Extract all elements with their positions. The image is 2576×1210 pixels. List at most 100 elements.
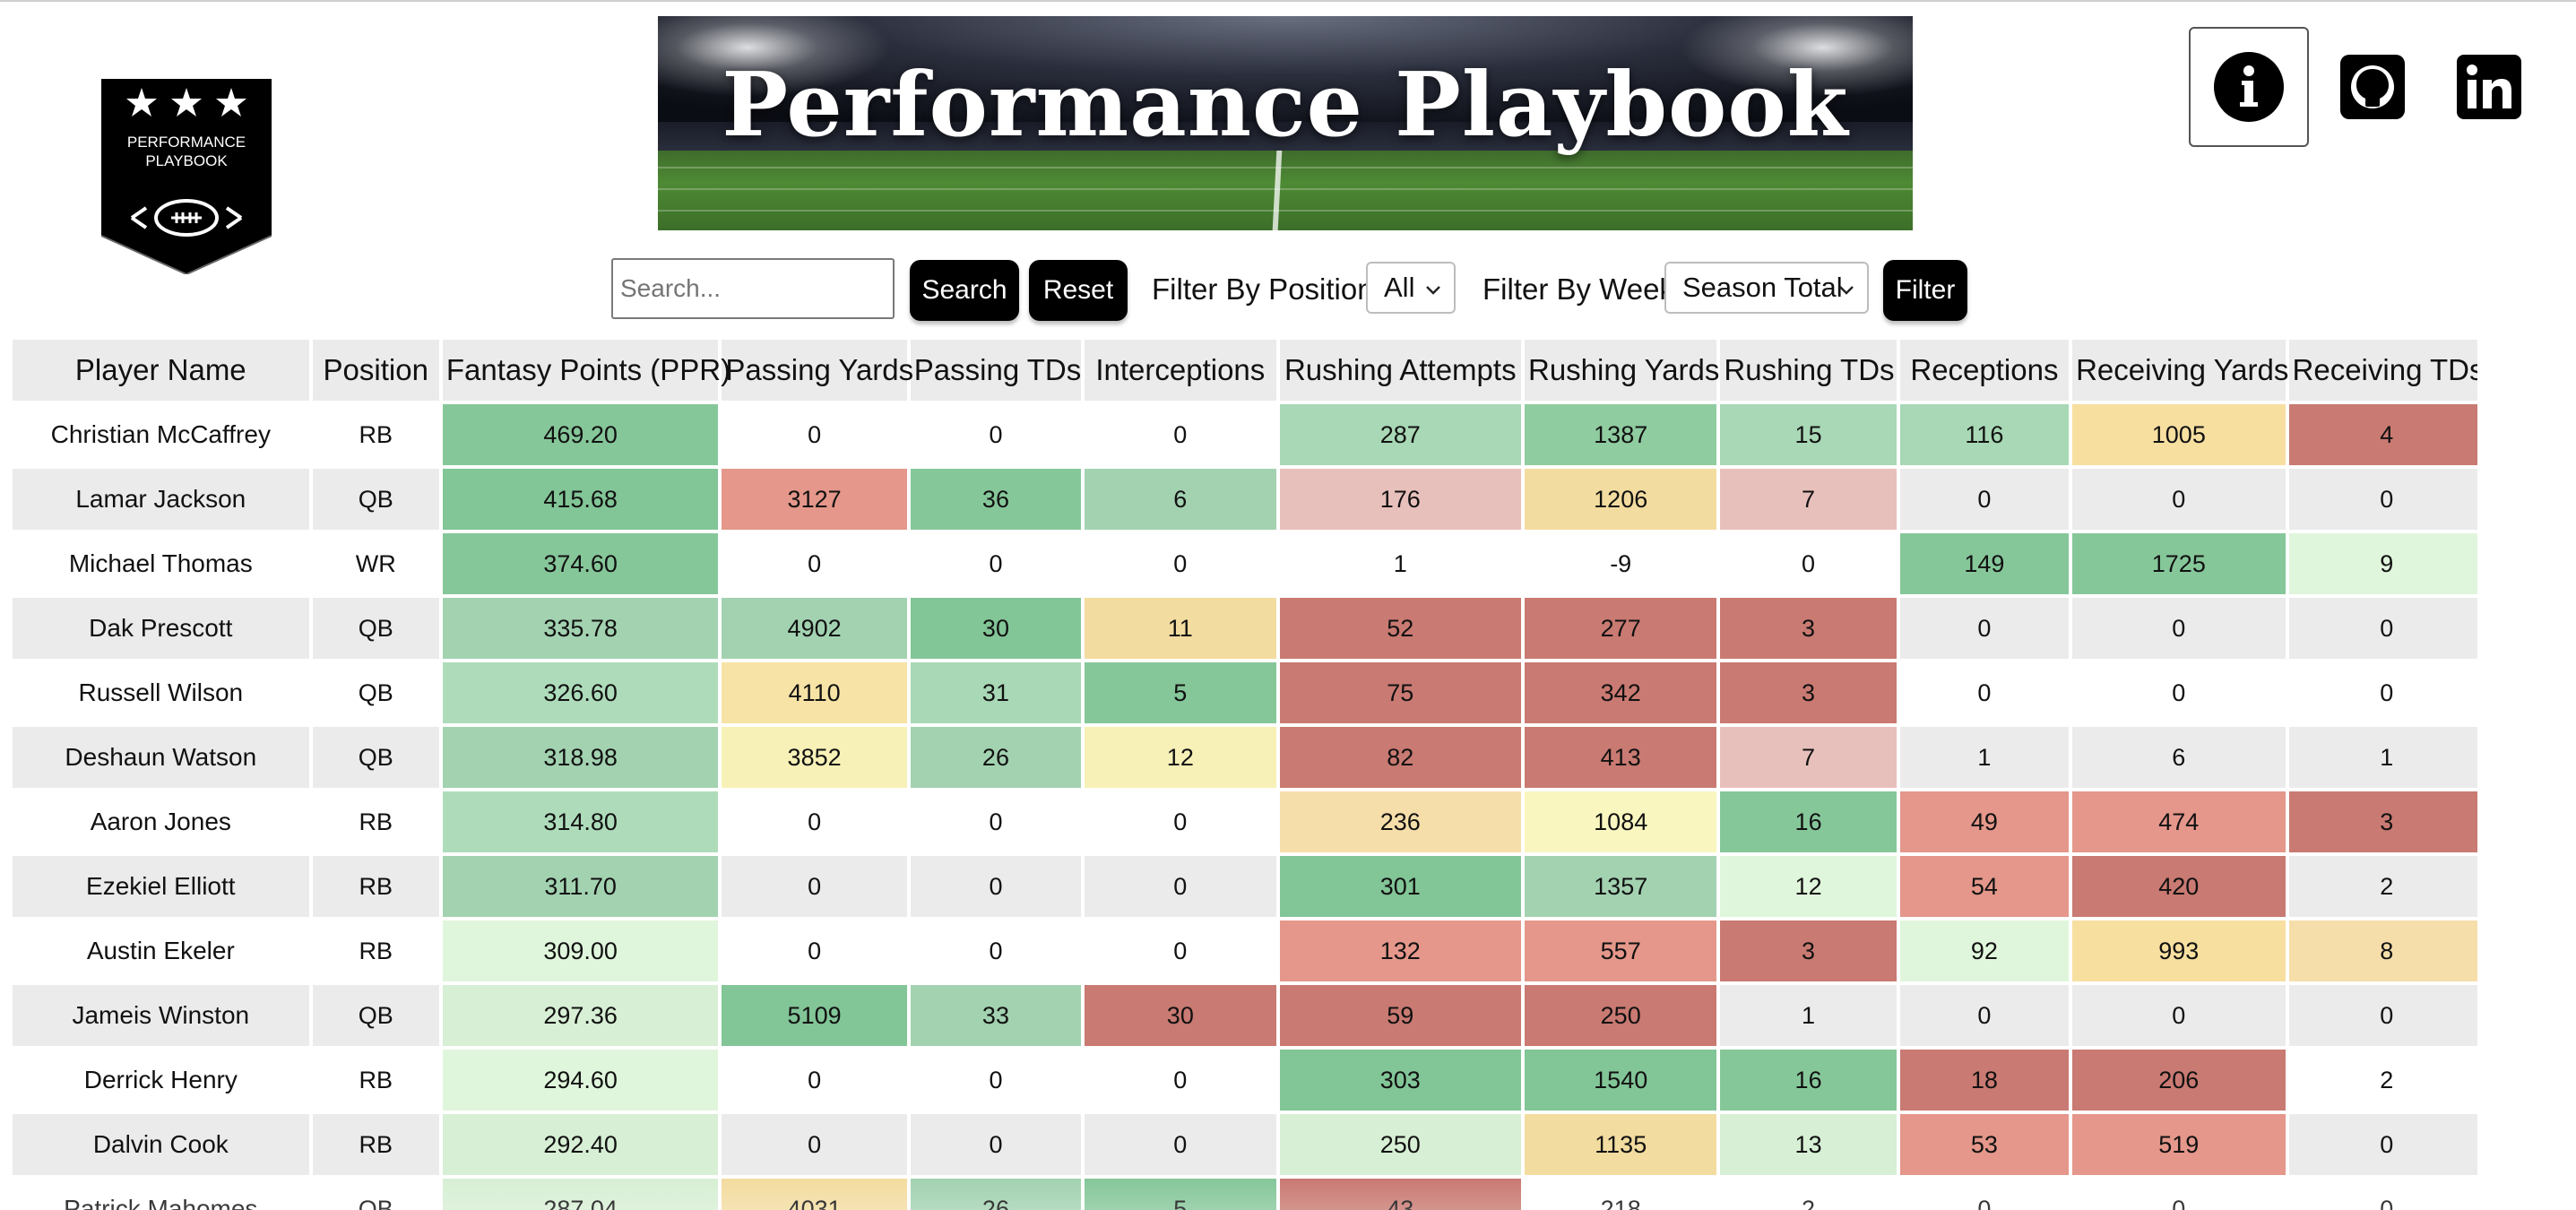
position-cell: WR [312, 533, 439, 594]
stat-cell: 420 [2072, 856, 2286, 917]
stat-cell: 36 [910, 469, 1082, 530]
stat-cell: 0 [2072, 662, 2286, 723]
week-filter-select[interactable]: Season Total [1664, 262, 1869, 314]
stat-cell: 52 [1279, 598, 1521, 659]
stat-cell: 0 [2288, 985, 2477, 1046]
table-row[interactable]: Dalvin Cook RB 292.40 0 0 0 250 1135 13 53 519 0 [13, 1114, 2477, 1175]
stat-cell: 0 [1899, 469, 2070, 530]
logo-text-line1: PERFORMANCE [127, 134, 246, 151]
position-cell: RB [312, 920, 439, 981]
info-button[interactable] [2189, 27, 2309, 147]
table-row[interactable]: Russell Wilson QB 326.60 4110 31 5 75 342 3 0 0 0 [13, 662, 2477, 723]
stat-cell: 1 [1279, 533, 1521, 594]
stat-cell: 116 [1899, 404, 2070, 465]
stat-cell: 16 [1720, 791, 1897, 852]
stat-cell: 92 [1899, 920, 2070, 981]
stat-cell: 0 [1085, 1114, 1276, 1175]
stat-cell: 30 [1085, 985, 1276, 1046]
site-logo[interactable]: PERFORMANCE PLAYBOOK [101, 79, 272, 274]
table-row[interactable]: Jameis Winston QB 297.36 5109 33 30 59 250 1 0 0 0 [13, 985, 2477, 1046]
stat-cell: 0 [1899, 1179, 2070, 1210]
column-header[interactable]: Passing Yards [722, 340, 913, 401]
player-name-cell: Dalvin Cook [13, 1114, 309, 1175]
stat-cell: 1005 [2072, 404, 2286, 465]
stat-cell: 0 [910, 404, 1082, 465]
stat-cell: 335.78 [442, 598, 719, 659]
chevron-down-icon [1426, 286, 1440, 295]
column-header[interactable]: Receiving Yards [2072, 340, 2288, 401]
column-header[interactable]: Fantasy Points (PPR) [442, 340, 730, 401]
stat-cell: -9 [1525, 533, 1717, 594]
stat-cell: 218 [1525, 1179, 1717, 1210]
table-header-row: Player Name Position Fantasy Points (PPR) P… [13, 340, 2477, 401]
column-header[interactable]: Passing TDs [910, 340, 1081, 401]
table-row[interactable]: Lamar Jackson QB 415.68 3127 36 6 176 1206 7 0 0 0 [13, 469, 2477, 530]
search-input[interactable] [611, 258, 895, 319]
stat-cell: 0 [1085, 791, 1276, 852]
column-header[interactable]: Rushing Yards [1525, 340, 1719, 401]
column-header[interactable]: Receptions [1899, 340, 2070, 401]
column-header[interactable]: Interceptions [1085, 340, 1276, 401]
table-row[interactable]: Dak Prescott QB 335.78 4902 30 11 52 277 3 0 0 0 [13, 598, 2477, 659]
column-header[interactable]: Rushing Attempts [1279, 340, 1521, 401]
header-banner: Performance Playbook [658, 16, 1913, 230]
filter-button[interactable]: Filter [1883, 260, 1967, 321]
position-cell: RB [312, 791, 439, 852]
stat-cell: 236 [1279, 791, 1521, 852]
stat-cell: 49 [1899, 791, 2070, 852]
column-header[interactable]: Position [312, 340, 439, 401]
position-cell: QB [312, 469, 439, 530]
reset-button[interactable]: Reset [1029, 260, 1128, 321]
stat-cell: 0 [2072, 1179, 2286, 1210]
table-row[interactable]: Deshaun Watson QB 318.98 3852 26 12 82 413 7 1 6 1 [13, 727, 2477, 788]
position-cell: QB [312, 662, 439, 723]
stat-cell: 7 [1720, 469, 1897, 530]
stat-cell: 0 [722, 856, 907, 917]
stat-cell: 4 [2288, 404, 2477, 465]
stat-cell: 0 [1085, 920, 1276, 981]
filter-controls: Search Reset Filter By Position: All Fil… [611, 258, 1974, 321]
table-row[interactable]: Michael Thomas WR 374.60 0 0 0 1 -9 0 149 1725 9 [13, 533, 2477, 594]
table-row[interactable]: Ezekiel Elliott RB 311.70 0 0 0 301 1357 12 54 420… [13, 856, 2477, 917]
stat-cell: 0 [722, 533, 907, 594]
column-header[interactable]: Receiving TDs [2288, 340, 2477, 401]
stat-cell: 0 [1085, 533, 1276, 594]
stat-cell: 30 [910, 598, 1082, 659]
column-header[interactable]: Rushing TDs [1720, 340, 1897, 401]
top-border [0, 0, 2576, 2]
table-row[interactable]: Aaron Jones RB 314.80 0 0 0 236 1084 16 49 474 3 [13, 791, 2477, 852]
stat-cell: 0 [722, 1114, 907, 1175]
linkedin-link[interactable] [2429, 27, 2549, 147]
stat-cell: 294.60 [442, 1050, 719, 1111]
stat-cell: 11 [1085, 598, 1276, 659]
table-row[interactable]: Austin Ekeler RB 309.00 0 0 0 132 557 3 92 993 8 [13, 920, 2477, 981]
player-name-cell: Lamar Jackson [13, 469, 309, 530]
player-name-cell: Ezekiel Elliott [13, 856, 309, 917]
stat-cell: 0 [910, 1050, 1082, 1111]
stat-cell: 54 [1899, 856, 2070, 917]
stat-cell: 75 [1279, 662, 1521, 723]
table-row[interactable]: Christian McCaffrey RB 469.20 0 0 0 287 1387 15 1… [13, 404, 2477, 465]
stat-cell: 1 [2288, 727, 2477, 788]
stat-cell: 149 [1899, 533, 2070, 594]
table-row[interactable]: Patrick Mahomes QB 287.04 4031 26 5 43 218 2 0 0 0 [13, 1179, 2477, 1210]
stat-cell: 3 [2288, 791, 2477, 852]
github-link[interactable] [2312, 27, 2433, 147]
stat-cell: 474 [2072, 791, 2286, 852]
stat-cell: 43 [1279, 1179, 1521, 1210]
position-filter-select[interactable]: All [1366, 262, 1456, 314]
stat-cell: 4031 [722, 1179, 907, 1210]
column-header[interactable]: Player Name [13, 340, 309, 401]
logo-badge: PERFORMANCE PLAYBOOK [101, 79, 272, 274]
search-button[interactable]: Search [910, 260, 1019, 321]
stat-cell: 1 [1720, 985, 1897, 1046]
table-row[interactable]: Derrick Henry RB 294.60 0 0 0 303 1540 16 18 206 2 [13, 1050, 2477, 1111]
stat-cell: 5109 [722, 985, 907, 1046]
football-field [658, 151, 1913, 230]
stat-cell: 2 [1720, 1179, 1897, 1210]
stat-cell: 15 [1720, 404, 1897, 465]
logo-text-line2: PLAYBOOK [145, 152, 228, 169]
stat-cell: 309.00 [442, 920, 719, 981]
stat-cell: 303 [1279, 1050, 1521, 1111]
player-name-cell: Russell Wilson [13, 662, 309, 723]
